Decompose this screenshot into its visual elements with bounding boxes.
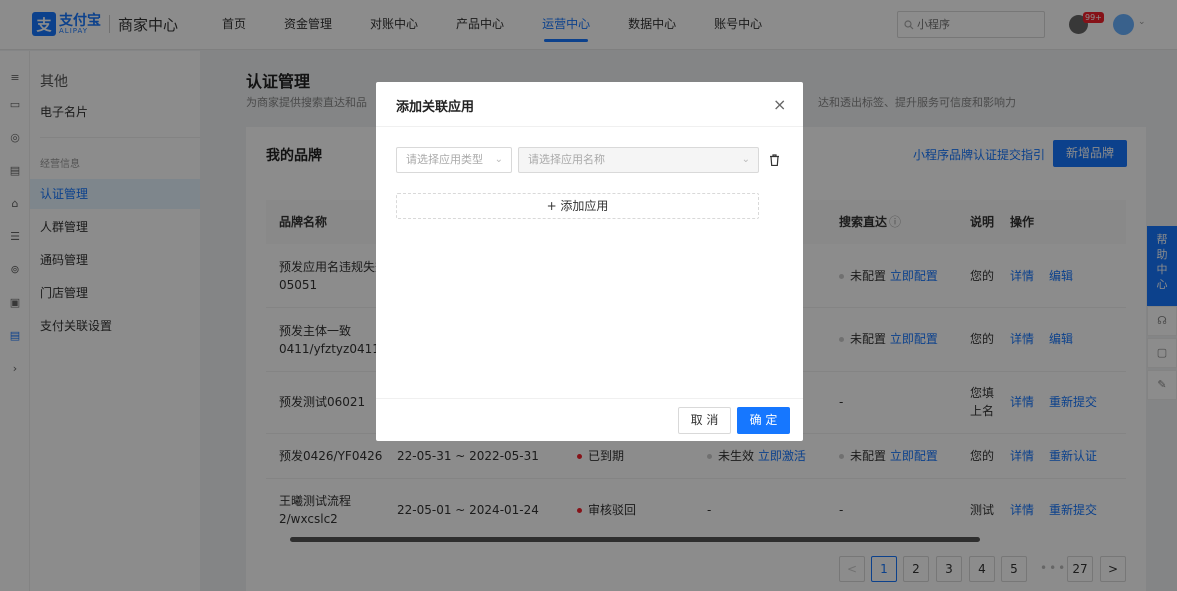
modal-header: 添加关联应用 × [376, 82, 803, 127]
delete-icon[interactable] [769, 154, 780, 169]
add-app-modal: 添加关联应用 × 请选择应用类型 ⌄ 请选择应用名称 ⌄ + 添加应用 取 消 … [376, 82, 803, 441]
app-name-select[interactable]: 请选择应用名称 ⌄ [518, 147, 759, 173]
chevron-down-icon: ⌄ [741, 154, 750, 165]
close-icon[interactable]: × [773, 95, 786, 114]
app-type-select[interactable]: 请选择应用类型 ⌄ [396, 147, 512, 173]
chevron-down-icon: ⌄ [494, 154, 503, 165]
add-app-button[interactable]: + 添加应用 [396, 193, 759, 219]
ok-button[interactable]: 确 定 [737, 407, 790, 434]
modal-title: 添加关联应用 [396, 100, 475, 115]
cancel-button[interactable]: 取 消 [678, 407, 731, 434]
